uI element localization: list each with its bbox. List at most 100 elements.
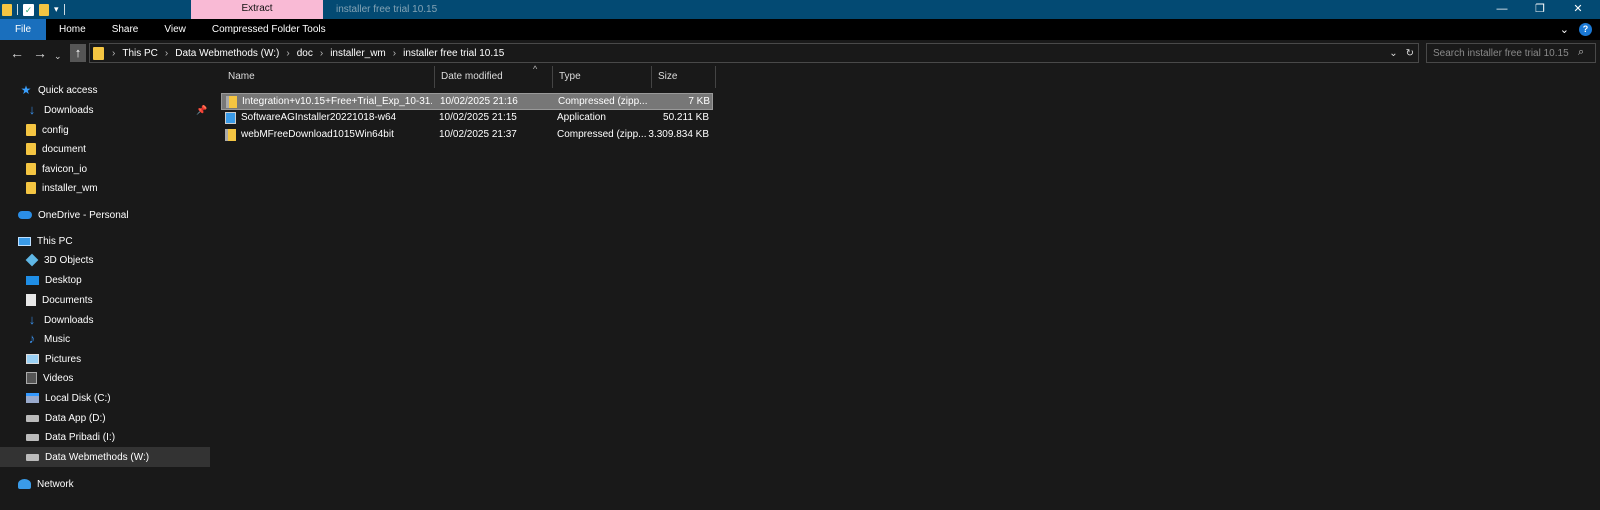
file-name: SoftwareAGInstaller20221018-w64 xyxy=(241,112,397,123)
address-dropdown-icon[interactable]: ⌄ xyxy=(1389,48,1397,59)
breadcrumb-separator-icon[interactable]: › xyxy=(393,48,396,59)
nav-data-pribadi-i[interactable]: Data Pribadi (I:) xyxy=(26,427,236,447)
tab-home[interactable]: Home xyxy=(46,19,99,40)
file-name: Integration+v10.15+Free+Trial_Exp_10-31.… xyxy=(242,96,432,107)
column-header-name[interactable]: Name xyxy=(222,66,435,88)
videos-icon xyxy=(26,372,37,384)
nav-quick-downloads[interactable]: ↓ Downloads 📌 xyxy=(26,100,236,120)
nav-data-app-d[interactable]: Data App (D:) xyxy=(26,408,236,428)
navigation-pane[interactable]: ★ Quick access ↓ Downloads 📌 config docu… xyxy=(0,66,211,510)
ribbon-tab-bar: File Home Share View Compressed Folder T… xyxy=(0,19,1600,40)
nav-downloads[interactable]: ↓ Downloads xyxy=(26,310,236,330)
zip-folder-icon xyxy=(226,96,237,108)
nav-label: Data App (D:) xyxy=(45,412,106,424)
file-size: 50.211 KB xyxy=(663,112,709,123)
file-date: 10/02/2025 21:16 xyxy=(440,96,518,107)
nav-onedrive[interactable]: OneDrive - Personal xyxy=(18,205,228,225)
minimize-button[interactable]: — xyxy=(1483,0,1521,19)
nav-label: This PC xyxy=(37,235,73,247)
nav-label: Downloads xyxy=(44,314,94,326)
file-row[interactable]: Integration+v10.15+Free+Trial_Exp_10-31.… xyxy=(221,93,713,110)
desktop-icon xyxy=(26,275,39,285)
nav-desktop[interactable]: Desktop xyxy=(26,270,236,290)
nav-quick-installer-wm[interactable]: installer_wm xyxy=(26,178,236,198)
nav-label: Desktop xyxy=(45,274,82,286)
zip-folder-icon xyxy=(225,129,236,141)
customize-toolbar-icon[interactable]: ▾ xyxy=(54,4,59,15)
nav-3d-objects[interactable]: 3D Objects xyxy=(25,250,236,270)
recent-locations-icon[interactable]: ⌄ xyxy=(54,48,62,64)
nav-label: config xyxy=(42,124,69,136)
drive-icon xyxy=(26,453,39,461)
tab-compressed-folder-tools[interactable]: Compressed Folder Tools xyxy=(199,19,339,40)
breadcrumb-data-webmethods[interactable]: Data Webmethods (W:) xyxy=(175,48,279,59)
new-folder-icon[interactable] xyxy=(39,3,49,16)
search-input[interactable] xyxy=(1426,43,1596,63)
drive-icon xyxy=(26,433,39,441)
nav-pictures[interactable]: Pictures xyxy=(26,349,236,369)
breadcrumb-separator-icon[interactable]: › xyxy=(320,48,323,59)
breadcrumb-separator-icon[interactable]: › xyxy=(165,48,168,59)
breadcrumb-installer-wm[interactable]: installer_wm xyxy=(330,48,386,59)
folder-icon xyxy=(93,46,104,60)
file-row[interactable]: webMFreeDownload1015Win64bit 10/02/2025 … xyxy=(221,127,713,144)
window-title: installer free trial 10.15 xyxy=(336,4,438,15)
tab-view[interactable]: View xyxy=(151,19,199,40)
tab-file[interactable]: File xyxy=(0,19,46,40)
forward-arrow-icon[interactable]: → xyxy=(33,45,47,61)
nav-documents[interactable]: Documents xyxy=(26,290,236,310)
nav-videos[interactable]: Videos xyxy=(26,368,236,388)
file-date: 10/02/2025 21:37 xyxy=(439,129,517,140)
column-header-date-modified[interactable]: Date modified xyxy=(435,66,553,88)
extract-context-tab[interactable]: Extract xyxy=(191,0,323,19)
breadcrumb-separator-icon[interactable]: › xyxy=(286,48,289,59)
nav-label: installer_wm xyxy=(42,182,98,194)
application-icon xyxy=(225,112,236,124)
nav-quick-favicon-io[interactable]: favicon_io xyxy=(26,159,236,179)
nav-label: Downloads xyxy=(44,104,94,116)
file-list-pane[interactable]: ^ Name Date modified Type Size Integrati… xyxy=(211,64,1600,510)
nav-label: Documents xyxy=(42,294,93,306)
file-type: Compressed (zipp... xyxy=(558,96,648,107)
folder-icon xyxy=(26,163,36,175)
quick-access-toolbar: ✓ ▾ xyxy=(0,0,65,19)
up-arrow-icon[interactable]: ↑ xyxy=(70,44,86,62)
expand-ribbon-icon[interactable]: ⌄ xyxy=(1560,23,1569,36)
breadcrumb-separator-icon[interactable]: › xyxy=(112,48,115,59)
maximize-button[interactable]: ❐ xyxy=(1521,0,1559,19)
nav-network[interactable]: Network xyxy=(18,474,228,494)
breadcrumb-installer-free-trial[interactable]: installer free trial 10.15 xyxy=(403,48,504,59)
system-drive-icon xyxy=(26,393,39,403)
back-arrow-icon[interactable]: ← xyxy=(10,45,24,61)
onedrive-cloud-icon xyxy=(18,211,32,219)
nav-quick-access[interactable]: ★ Quick access xyxy=(20,80,230,100)
file-row[interactable]: SoftwareAGInstaller20221018-w64 10/02/20… xyxy=(221,110,713,127)
address-bar[interactable]: › This PC › Data Webmethods (W:) › doc ›… xyxy=(89,43,1419,63)
properties-icon[interactable]: ✓ xyxy=(23,3,34,16)
nav-label: Videos xyxy=(43,372,74,384)
pin-icon[interactable]: 📌 xyxy=(196,105,207,116)
nav-quick-config[interactable]: config xyxy=(26,120,236,140)
nav-local-disk-c[interactable]: Local Disk (C:) xyxy=(26,388,236,408)
folder-icon xyxy=(26,124,36,136)
breadcrumb-doc[interactable]: doc xyxy=(297,48,313,59)
nav-music[interactable]: ♪ Music xyxy=(26,329,236,349)
nav-quick-document[interactable]: document xyxy=(26,139,236,159)
refresh-icon[interactable]: ↻ xyxy=(1406,48,1414,59)
network-icon xyxy=(18,479,31,489)
file-name: webMFreeDownload1015Win64bit xyxy=(241,129,394,140)
folder-icon xyxy=(26,182,36,194)
close-button[interactable]: ✕ xyxy=(1559,0,1597,19)
breadcrumb-this-pc[interactable]: This PC xyxy=(122,48,158,59)
nav-this-pc[interactable]: This PC xyxy=(18,231,228,251)
column-header-type[interactable]: Type xyxy=(553,66,652,88)
documents-icon xyxy=(26,294,36,306)
column-header-size[interactable]: Size xyxy=(652,66,716,88)
computer-icon xyxy=(18,236,31,246)
tab-share[interactable]: Share xyxy=(99,19,152,40)
help-icon[interactable]: ? xyxy=(1579,23,1592,36)
file-size: 7 KB xyxy=(688,96,710,107)
divider xyxy=(63,4,65,15)
file-size: 3.309.834 KB xyxy=(648,129,709,140)
nav-data-webmethods-w[interactable]: Data Webmethods (W:) xyxy=(0,447,210,467)
